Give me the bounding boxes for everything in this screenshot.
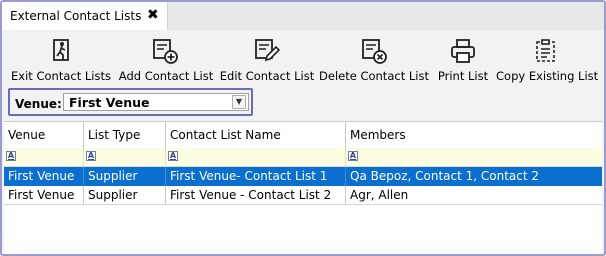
exit-contact-lists-button[interactable]: Exit Contact Lists	[10, 30, 112, 86]
add-contact-list-button[interactable]: Add Contact List	[116, 30, 216, 86]
filter-icon[interactable]: A	[168, 151, 178, 161]
filter-cell-members: A	[346, 148, 602, 166]
close-icon[interactable]: ✖	[147, 7, 159, 23]
copy-existing-list-label: Copy Existing List	[496, 69, 599, 83]
exit-icon	[53, 39, 69, 61]
cell-contact-list-name: First Venue- Contact List 1	[166, 167, 346, 186]
table-row[interactable]: First Venue Supplier First Venue - Conta…	[4, 186, 602, 205]
filter-icon[interactable]: A	[6, 151, 16, 161]
chevron-down-icon[interactable]: ▼	[232, 95, 246, 109]
venue-selected-value: First Venue	[69, 95, 150, 110]
tab-title: External Contact Lists	[10, 9, 142, 23]
venue-label: Venue:	[15, 97, 62, 111]
cell-venue: First Venue	[4, 186, 84, 205]
venue-filter: Venue: First Venue ▼	[8, 88, 253, 116]
print-list-button[interactable]: Print List	[432, 30, 494, 86]
add-list-icon	[153, 39, 178, 64]
grid-filter-row: A A A A	[4, 148, 602, 167]
delete-list-icon	[362, 39, 387, 64]
edit-contact-list-label: Edit Contact List	[219, 69, 315, 83]
filter-cell-list-type: A	[84, 148, 166, 166]
grid-header-row: Venue List Type Contact List Name Member…	[4, 122, 602, 149]
cell-members: Qa Bepoz, Contact 1, Contact 2	[346, 167, 602, 186]
external-contact-lists-window: External Contact Lists ✖ Exit Contact Li…	[0, 0, 606, 256]
cell-contact-list-name: First Venue - Contact List 2	[166, 186, 346, 205]
copy-list-icon	[536, 39, 555, 62]
column-header-members[interactable]: Members	[346, 122, 602, 148]
column-header-contact-list-name[interactable]: Contact List Name	[166, 122, 346, 148]
cell-venue: First Venue	[4, 167, 84, 186]
tab-external-contact-lists[interactable]: External Contact Lists ✖	[2, 2, 168, 30]
print-list-label: Print List	[437, 69, 489, 83]
column-header-list-type[interactable]: List Type	[84, 122, 166, 148]
table-row[interactable]: First Venue Supplier First Venue- Contac…	[4, 167, 602, 186]
cell-members: Agr, Allen	[346, 186, 602, 205]
printer-icon	[451, 39, 475, 63]
filter-icon[interactable]: A	[348, 151, 358, 161]
add-contact-list-label: Add Contact List	[118, 69, 214, 83]
toolbar: Exit Contact Lists Add Contact List Edit	[2, 30, 604, 86]
filter-cell-contact-list-name: A	[166, 148, 346, 166]
copy-existing-list-button[interactable]: Copy Existing List	[496, 30, 598, 86]
tab-strip: External Contact Lists ✖	[2, 2, 604, 30]
filter-cell-venue: A	[4, 148, 84, 166]
cell-list-type: Supplier	[84, 167, 166, 186]
column-header-venue[interactable]: Venue	[4, 122, 84, 148]
delete-contact-list-button[interactable]: Delete Contact List	[318, 30, 430, 86]
edit-list-icon	[255, 39, 280, 62]
delete-contact-list-label: Delete Contact List	[319, 69, 429, 83]
cell-list-type: Supplier	[84, 186, 166, 205]
edit-contact-list-button[interactable]: Edit Contact List	[218, 30, 316, 86]
exit-contact-lists-label: Exit Contact Lists	[11, 69, 111, 83]
contact-lists-grid: Venue List Type Contact List Name Member…	[4, 121, 602, 254]
filter-icon[interactable]: A	[86, 151, 96, 161]
venue-dropdown[interactable]: First Venue ▼	[63, 93, 249, 111]
